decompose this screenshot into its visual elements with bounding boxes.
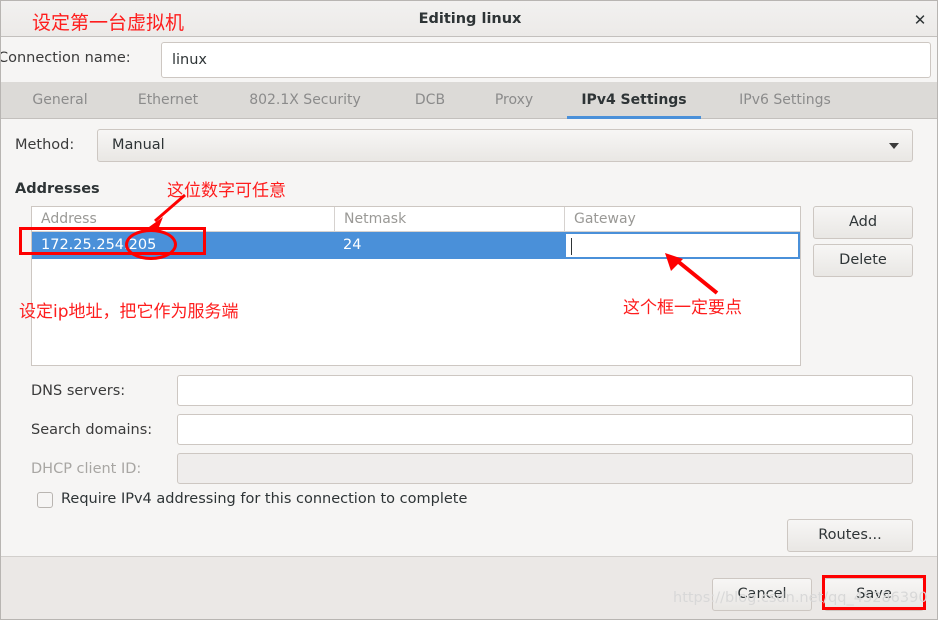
action-bar: Cancel Save [1, 556, 937, 619]
tab-general[interactable]: General [15, 82, 105, 119]
require-ipv4-checkbox[interactable] [37, 492, 53, 508]
annotation-ip-note: 设定ip地址，把它作为服务端 [19, 302, 239, 322]
dns-servers-label: DNS servers: [31, 383, 126, 399]
connection-name-input[interactable] [161, 42, 931, 78]
add-button[interactable]: Add [813, 206, 913, 239]
addresses-table-header: Address Netmask Gateway [32, 207, 800, 232]
cell-netmask[interactable]: 24 [334, 232, 564, 259]
tab-ipv4-settings-label: IPv4 Settings [581, 92, 687, 108]
table-row[interactable]: 172.25.254.205 24 [32, 232, 800, 259]
require-ipv4-label: Require IPv4 addressing for this connect… [61, 491, 468, 507]
tab-8021x-security[interactable]: 802.1X Security [231, 82, 379, 119]
close-icon[interactable]: ✕ [909, 9, 931, 31]
addresses-table: Address Netmask Gateway 172.25.254.205 2… [31, 206, 801, 366]
column-header-gateway[interactable]: Gateway [564, 207, 800, 232]
annotation-title-note: 设定第一台虚拟机 [32, 12, 185, 34]
addresses-section-label: Addresses [15, 181, 100, 197]
annotation-digit-note: 这位数字可任意 [167, 181, 286, 201]
cell-address[interactable]: 172.25.254.205 [32, 232, 334, 259]
chevron-down-icon [889, 143, 899, 149]
tab-ethernet[interactable]: Ethernet [117, 82, 219, 119]
routes-button[interactable]: Routes... [787, 519, 913, 552]
column-header-address[interactable]: Address [32, 207, 334, 232]
dhcp-client-id-label: DHCP client ID: [31, 461, 142, 477]
tab-ipv4-settings[interactable]: IPv4 Settings [563, 82, 705, 119]
tab-ipv6-settings[interactable]: IPv6 Settings [717, 82, 853, 119]
tab-dcb[interactable]: DCB [399, 82, 461, 119]
cell-gateway-input[interactable] [564, 232, 800, 259]
search-domains-input[interactable] [177, 414, 913, 445]
delete-button[interactable]: Delete [813, 244, 913, 277]
method-selected-value: Manual [112, 137, 165, 153]
save-button[interactable]: Save [824, 578, 924, 611]
method-label: Method: [15, 137, 75, 153]
column-header-netmask[interactable]: Netmask [334, 207, 564, 232]
connection-name-row: Connection name: [0, 38, 937, 82]
annotation-gateway-note: 这个框一定要点 [623, 298, 742, 318]
text-caret [571, 238, 572, 255]
connection-name-label: Connection name: [0, 50, 131, 66]
tab-bar: General Ethernet 802.1X Security DCB Pro… [1, 82, 937, 119]
editing-connection-dialog: Editing linux ✕ Connection name: General… [0, 0, 938, 620]
dns-servers-input[interactable] [177, 375, 913, 406]
search-domains-label: Search domains: [31, 422, 153, 438]
method-select[interactable]: Manual [97, 129, 913, 162]
tab-proxy[interactable]: Proxy [477, 82, 551, 119]
cancel-button[interactable]: Cancel [712, 578, 812, 611]
dhcp-client-id-input [177, 453, 913, 484]
